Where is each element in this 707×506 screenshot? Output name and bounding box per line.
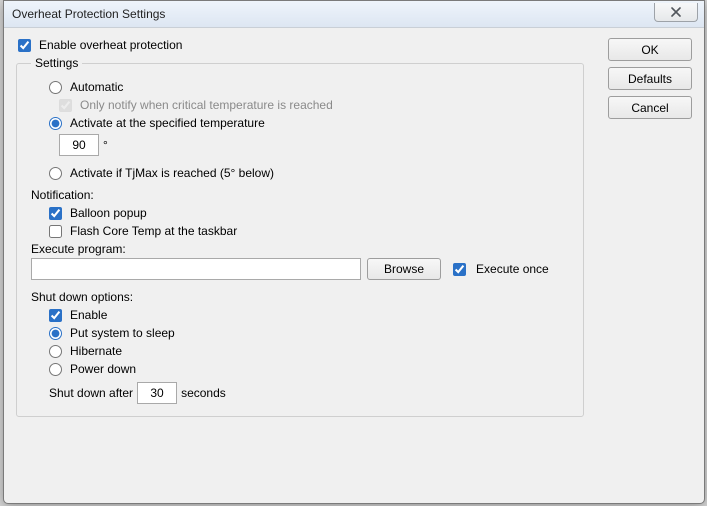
only-notify-label: Only notify when critical temperature is… xyxy=(80,98,333,112)
flash-row: Flash Core Temp at the taskbar xyxy=(31,224,573,238)
only-notify-row: Only notify when critical temperature is… xyxy=(31,98,573,112)
hibernate-radio[interactable] xyxy=(49,345,62,358)
at-temperature-label: Activate at the specified temperature xyxy=(70,116,265,130)
shutdown-enable-checkbox[interactable] xyxy=(49,309,62,322)
execute-once-label: Execute once xyxy=(476,262,549,276)
execute-once-checkbox[interactable] xyxy=(453,263,466,276)
at-temp-row: Activate at the specified temperature xyxy=(31,116,573,130)
shutdown-enable-row: Enable xyxy=(31,308,573,322)
tjmax-label: Activate if TjMax is reached (5° below) xyxy=(70,166,274,180)
shutdown-after-input[interactable] xyxy=(137,382,177,404)
temperature-input-row: ° xyxy=(31,134,573,156)
balloon-label: Balloon popup xyxy=(70,206,147,220)
automatic-row: Automatic xyxy=(31,80,573,94)
dialog-window: Overheat Protection Settings OK Defaults… xyxy=(3,0,705,504)
at-temperature-radio[interactable] xyxy=(49,117,62,130)
shutdown-heading: Shut down options: xyxy=(31,290,573,304)
flash-checkbox[interactable] xyxy=(49,225,62,238)
enable-row: Enable overheat protection xyxy=(18,38,692,52)
enable-checkbox[interactable] xyxy=(18,39,31,52)
shutdown-after-label: Shut down after xyxy=(49,386,133,400)
sleep-radio[interactable] xyxy=(49,327,62,340)
degree-symbol: ° xyxy=(103,138,108,152)
ok-button[interactable]: OK xyxy=(608,38,692,61)
settings-group: Settings Automatic Only notify when crit… xyxy=(16,56,584,417)
automatic-label: Automatic xyxy=(70,80,123,94)
powerdown-row: Power down xyxy=(31,362,573,376)
close-icon xyxy=(670,7,682,17)
execute-path-input[interactable] xyxy=(31,258,361,280)
execute-row: Browse Execute once xyxy=(31,258,573,280)
cancel-button[interactable]: Cancel xyxy=(608,96,692,119)
sleep-label: Put system to sleep xyxy=(70,326,175,340)
powerdown-radio[interactable] xyxy=(49,363,62,376)
flash-label: Flash Core Temp at the taskbar xyxy=(70,224,237,238)
dialog-buttons: OK Defaults Cancel xyxy=(608,38,692,119)
hibernate-label: Hibernate xyxy=(70,344,122,358)
tjmax-radio[interactable] xyxy=(49,167,62,180)
only-notify-checkbox xyxy=(59,99,72,112)
titlebar: Overheat Protection Settings xyxy=(4,1,704,28)
execute-heading: Execute program: xyxy=(31,242,573,256)
balloon-checkbox[interactable] xyxy=(49,207,62,220)
enable-label: Enable overheat protection xyxy=(39,38,182,52)
notification-heading: Notification: xyxy=(31,188,573,202)
close-button[interactable] xyxy=(654,3,698,22)
automatic-radio[interactable] xyxy=(49,81,62,94)
settings-legend: Settings xyxy=(31,56,82,70)
powerdown-label: Power down xyxy=(70,362,136,376)
defaults-button[interactable]: Defaults xyxy=(608,67,692,90)
shutdown-enable-label: Enable xyxy=(70,308,107,322)
hibernate-row: Hibernate xyxy=(31,344,573,358)
tjmax-row: Activate if TjMax is reached (5° below) xyxy=(31,166,573,180)
temperature-input[interactable] xyxy=(59,134,99,156)
browse-button[interactable]: Browse xyxy=(367,258,441,280)
balloon-row: Balloon popup xyxy=(31,206,573,220)
window-title: Overheat Protection Settings xyxy=(12,7,165,21)
client-area: OK Defaults Cancel Enable overheat prote… xyxy=(4,28,704,503)
shutdown-after-unit: seconds xyxy=(181,386,226,400)
shutdown-after-row: Shut down after seconds xyxy=(31,382,573,404)
sleep-row: Put system to sleep xyxy=(31,326,573,340)
